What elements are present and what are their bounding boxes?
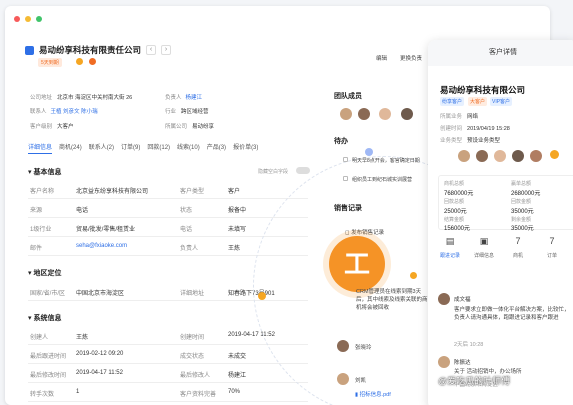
comment-text: 客户要求立即做一体化平台解决方案，比较忙，负责人请沟通具体，跑跟进记录和客户跟进 [454,307,570,321]
tab-bar: 详细信息 商机(24) 联系人(2) 订单(9) 回款(12) 线索(10) 产… [28,142,258,154]
timeline-dot [258,292,266,300]
section-basic[interactable]: ▾ 基本信息 [28,167,61,177]
avatar[interactable] [494,150,506,162]
section-region[interactable]: ▾ 地区定位 [28,268,61,278]
avatar[interactable] [401,108,413,120]
team-title: 团队成员 [334,93,362,100]
detail-info-icon[interactable]: ▣ [474,236,494,247]
notice-bubble: CRM管理员在线索到期3天后，其中线索及线索关联的商机将会被回收 [356,289,428,311]
card-field: 业务类型 预设业务类型 [440,138,501,144]
tab-orders[interactable]: 订单(9) [121,142,140,154]
customer-tag: 纷享客户 [440,97,465,106]
avatar [337,373,349,385]
location-icon[interactable] [89,58,96,65]
title-bar [5,6,550,32]
avatar[interactable] [358,108,370,120]
card-header: 客户详情 [428,40,573,66]
meta-row: 负责人 杨建江 [165,95,203,101]
section-system[interactable]: ▾ 系统信息 [28,313,61,323]
file-attachment[interactable]: ▮ 招标信息.pdf [355,390,391,398]
meta-row: 行业 跨区域经营 [165,109,209,115]
card-company-name: 易动纷享科技有限公司 [440,85,526,95]
building-icon [25,45,34,55]
timeline-dot [365,148,373,156]
avatar[interactable] [530,150,542,162]
avatar[interactable] [476,150,488,162]
next-button[interactable]: › [161,45,172,55]
avatar[interactable] [379,108,391,120]
maximize-dot[interactable] [36,16,42,22]
brand-circle-icon: 工 [329,236,385,292]
customer-tag: VIP客户 [490,97,513,106]
todo-title: 待办 [334,138,348,145]
meta-row: 公司地址 北京市 海淀区中关村南大街 26 [30,95,133,101]
company-header: 易动纷享科技有限责任公司 ‹ › [25,44,172,56]
tab-quotes[interactable]: 报价单(3) [233,142,258,154]
email-link[interactable]: seha@fxiaoke.com [76,243,127,249]
meta-row: 客户级别 大客户 [30,124,74,130]
hide-blank-label: 隐藏空白字段 [258,169,289,175]
order-label[interactable]: 订单 [540,252,564,259]
star-icon[interactable] [76,58,83,65]
record-user: 刘凯 [355,378,367,384]
comment-author: 陈振达 [454,360,471,366]
field-row: 来源 电话 状态 报备中 [28,199,308,218]
order-count[interactable]: 7 [542,236,562,246]
record-user: 张晓玲 [355,345,372,351]
edit-button[interactable]: 编辑 [372,52,391,64]
customer-tag: 大客户 [468,97,488,106]
minimize-dot[interactable] [25,16,31,22]
field-row: 最后跟进时间 2019-02-12 09:20 成交状态 未成交 [28,345,308,364]
avatar[interactable] [458,150,470,162]
tab-products[interactable]: 产品(3) [207,142,226,154]
hide-blank-toggle[interactable] [296,167,310,174]
tab-details[interactable]: 详细信息 [28,142,53,154]
amount-grid: 商机总额 7680000元 赢单总额 2680000元 回款总额 25000元 … [438,175,573,232]
follow-record-label[interactable]: 跟进记录 [438,252,462,259]
comment-author: 成文福 [454,297,471,303]
expiry-tag: 5天到期 [38,58,62,67]
tab-payments[interactable]: 回款(12) [147,142,170,154]
watermark: @爱吃瓜的叶师傅 [438,376,511,386]
tab-opportunities[interactable]: 商机(24) [59,142,82,154]
follow-record-icon[interactable]: ▤ [440,236,460,247]
card-field: 创建时间 2019/04/19 15:28 [440,126,510,132]
opportunity-count[interactable]: 7 [508,236,528,246]
records-title: 销售记录 [334,205,362,212]
add-member-icon[interactable] [550,150,559,159]
timeline-dot [410,272,417,279]
field-row: 客户名称 北京益东纷享科技有限公司 客户类型 客户 [28,180,308,199]
avatar[interactable] [340,108,352,120]
card-field: 所属业务 网络 [440,114,479,120]
todo-checkbox[interactable] [343,176,348,181]
todo-checkbox[interactable] [343,157,348,162]
meta-row: 联系人 王植 刘彦文 陈小瑞 [30,109,98,115]
meta-row: 所属公司 易动纷享 [165,124,215,130]
tab-leads[interactable]: 线索(10) [177,142,200,154]
opportunity-label[interactable]: 商机 [506,252,530,259]
comment-time: 2天后 10:28 [454,342,484,348]
detail-info-label[interactable]: 详细信息 [472,252,496,259]
todo-item: 明天早8点开会，客官确定日期 [352,158,420,164]
change-owner-button[interactable]: 更换负责 [396,52,426,64]
tab-contacts[interactable]: 联系人(2) [89,142,114,154]
field-row: 最后修改时间 2019-04-17 11:52 最后修改人 杨建江 [28,364,308,383]
prev-button[interactable]: ‹ [146,45,157,55]
avatar [337,340,349,352]
avatar[interactable] [512,150,524,162]
customer-detail-card: 客户详情 易动纷享科技有限公司 纷享客户 大客户 VIP客户 所属业务 网络 创建… [428,40,573,405]
add-record-button[interactable]: ◻ 发布销售记录 [345,228,384,236]
company-title: 易动纷享科技有限责任公司 [39,45,142,55]
avatar [438,293,450,305]
avatar [438,356,450,368]
todo-item: 组织员工到纪石城实训展营 [352,177,413,183]
close-dot[interactable] [14,16,20,22]
field-row: 转手次数 1 客户资料完善 70% [28,383,308,402]
